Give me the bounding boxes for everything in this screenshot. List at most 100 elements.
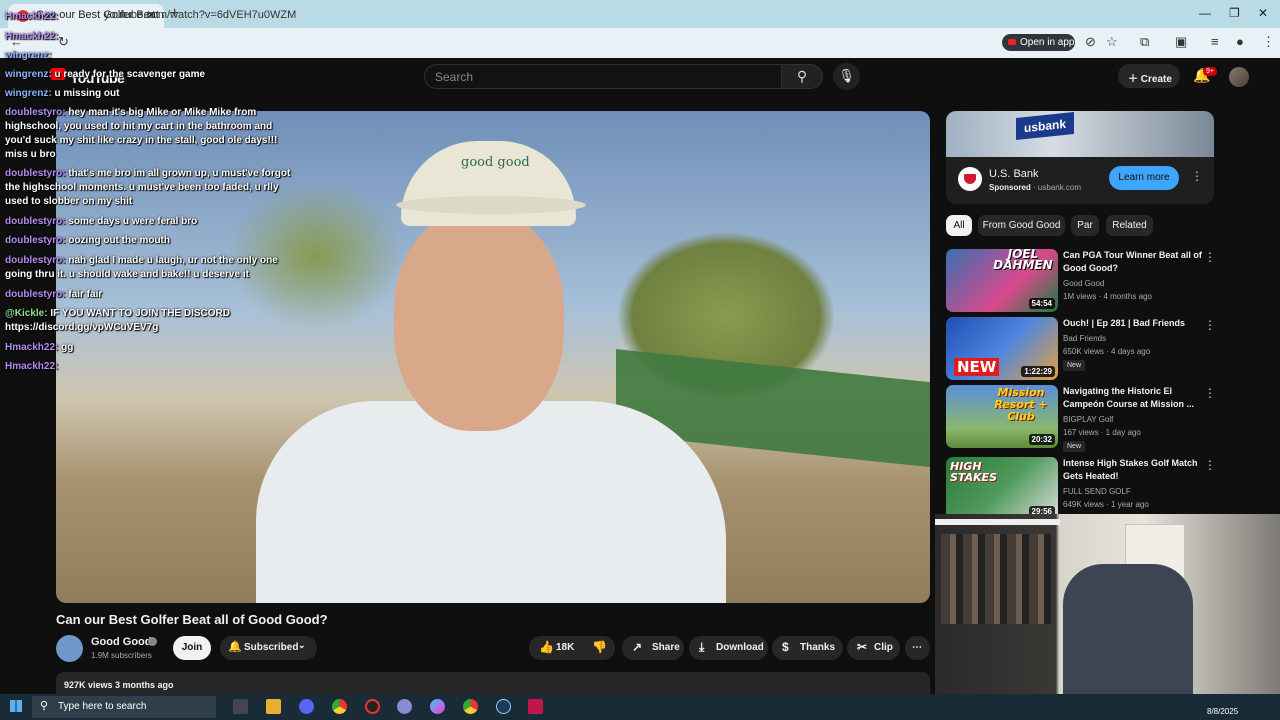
download-icon: ⤓ [699, 640, 705, 654]
more-vertical-icon[interactable]: ⋮ [1204, 386, 1216, 400]
chrome-icon[interactable] [463, 699, 478, 714]
recommended-video[interactable]: HIGH STAKES 29:56 Intense High Stakes Go… [946, 457, 1216, 514]
file-explorer-icon[interactable] [266, 699, 281, 714]
search-input[interactable]: Search [424, 64, 782, 89]
chrome-icon[interactable] [332, 699, 347, 714]
chip-from-good-good[interactable]: From Good Good [978, 215, 1065, 236]
video-thumbnail[interactable]: HIGH STAKES 29:56 [946, 457, 1058, 514]
microphone-icon: 🎙 [838, 68, 855, 83]
sponsored-ad-card[interactable]: usbank U.S. Bank Sponsored · usbank.com … [946, 111, 1214, 204]
close-window-icon[interactable]: ✕ [1258, 6, 1268, 20]
chat-message: doublestyro: some days u were feral bro [5, 216, 198, 227]
chat-message: wingrenz: [5, 50, 52, 61]
create-label: Create [1140, 74, 1172, 85]
recommended-video[interactable]: JOEL DAHMEN 54:54 Can PGA Tour Winner Be… [946, 249, 1216, 313]
chat-message: doublestyro: that's me bro im all grown … [5, 168, 291, 207]
subscribed-label: Subscribed [244, 642, 299, 653]
recommended-title: Ouch! | Ep 281 | Bad Friends [1063, 318, 1186, 328]
download-button[interactable]: ⤓ Download [689, 636, 768, 660]
chip-related[interactable]: Related [1106, 215, 1153, 236]
verified-icon [148, 637, 157, 646]
app-icon[interactable] [430, 699, 445, 714]
channel-name[interactable]: Good Good [91, 636, 151, 648]
sponsored-label: Sponsored [989, 183, 1031, 192]
ad-domain: usbank.com [1037, 183, 1082, 192]
task-view-icon[interactable] [233, 699, 248, 714]
share-label: Share [652, 642, 680, 653]
profile-icon[interactable]: ● [1236, 34, 1244, 49]
thumbnail-text: HIGH STAKES [950, 460, 998, 484]
more-actions-button[interactable]: ⋯ [905, 636, 930, 660]
windows-start-icon[interactable] [10, 700, 22, 712]
chat-message: Hmackh22: [5, 361, 59, 372]
chat-username: doublestyro [5, 107, 63, 118]
recommended-video[interactable]: Mission Resort + Club 20:32 Navigating t… [946, 385, 1216, 452]
video-duration: 54:54 [1028, 298, 1055, 309]
more-vertical-icon[interactable]: ⋮ [1191, 169, 1203, 183]
recommended-title: Navigating the Historic El Campeón Cours… [1063, 386, 1195, 409]
steam-icon[interactable] [496, 699, 511, 714]
recording-app-icon[interactable] [365, 699, 380, 714]
subscribed-button[interactable]: 🔔 Subscribed ⌄ [220, 636, 317, 660]
discord-icon[interactable] [299, 699, 314, 714]
ad-sign-text: usbank [1016, 111, 1074, 141]
recommended-channel: FULL SEND GOLF [1063, 487, 1131, 496]
more-vertical-icon[interactable]: ⋮ [1204, 318, 1216, 332]
chat-text: u ready for the scavenger game [54, 69, 206, 80]
create-button[interactable]: ＋ Create [1118, 64, 1180, 88]
video-thumbnail[interactable]: NEW 1:22:29 [946, 317, 1058, 380]
extensions-icon[interactable]: ⧉ [1140, 34, 1149, 50]
views-and-date: 927K views 3 months ago [64, 680, 174, 690]
thanks-button[interactable]: $ Thanks [772, 636, 843, 660]
recommended-meta: 1M views · 4 months ago [1063, 292, 1152, 301]
search-button[interactable]: ⚲ [781, 64, 823, 89]
share-button[interactable]: ↗ Share [622, 636, 684, 660]
voice-search-button[interactable]: 🎙 [833, 63, 860, 90]
more-vertical-icon[interactable]: ⋮ [1204, 250, 1216, 264]
ad-advertiser-name: U.S. Bank [989, 168, 1039, 180]
thanks-label: Thanks [800, 642, 836, 653]
ad-banner-image[interactable]: usbank [946, 111, 1214, 157]
chip-all[interactable]: All [946, 215, 972, 236]
chat-username: wingrenz [5, 69, 49, 80]
account-avatar[interactable] [1229, 67, 1249, 87]
app-icon[interactable] [528, 699, 543, 714]
restore-icon[interactable]: ❐ [1229, 6, 1240, 20]
chat-username: doublestyro [5, 255, 63, 266]
video-thumbnail[interactable]: JOEL DAHMEN 54:54 [946, 249, 1058, 312]
media-control-icon[interactable]: ≡ [1211, 34, 1219, 49]
video-thumbnail[interactable]: Mission Resort + Club 20:32 [946, 385, 1058, 448]
recommended-video[interactable]: NEW 1:22:29 Ouch! | Ep 281 | Bad Friends… [946, 317, 1216, 381]
ad-sponsored-line: Sponsored · usbank.com [989, 183, 1082, 192]
clip-label: Clip [874, 642, 893, 653]
chat-message: Hmackh22: [5, 31, 59, 42]
chat-username: doublestyro [5, 289, 63, 300]
thumbs-down-icon[interactable]: 👎 [592, 640, 607, 654]
recommended-channel: Bad Friends [1063, 334, 1107, 343]
bookmark-star-icon[interactable]: ☆ [1106, 34, 1118, 50]
eye-off-icon[interactable]: ⊘ [1085, 34, 1096, 50]
taskbar-search-input[interactable]: ⚲ Type here to search [32, 696, 216, 718]
chat-username: wingrenz [5, 50, 49, 61]
browser-menu-icon[interactable]: ⋮ [1262, 34, 1275, 50]
chat-username: Hmackh22 [5, 342, 56, 353]
minimize-icon[interactable]: — [1199, 6, 1211, 20]
webcam-closet-rail [935, 519, 1060, 525]
app-icon[interactable] [397, 699, 412, 714]
clip-button[interactable]: ✂ Clip [847, 636, 900, 660]
download-label: Download [716, 642, 764, 653]
thumbs-up-icon[interactable]: 👍 [539, 640, 554, 654]
more-vertical-icon[interactable]: ⋮ [1204, 458, 1216, 472]
join-button[interactable]: Join [173, 636, 211, 660]
webcam-clothes [941, 534, 1051, 624]
chat-message: wingrenz: u missing out [5, 88, 120, 99]
bell-icon: 🔔 [228, 641, 242, 653]
video-duration: 1:22:29 [1021, 366, 1055, 377]
chip-par[interactable]: Par [1071, 215, 1099, 236]
split-view-icon[interactable]: ▣ [1175, 34, 1187, 50]
learn-more-button[interactable]: Learn more [1109, 166, 1179, 190]
chat-username: doublestyro [5, 216, 63, 227]
open-in-app-button[interactable]: Open in app [1002, 34, 1075, 51]
channel-avatar[interactable] [56, 635, 83, 662]
scissors-icon: ✂ [857, 640, 868, 654]
